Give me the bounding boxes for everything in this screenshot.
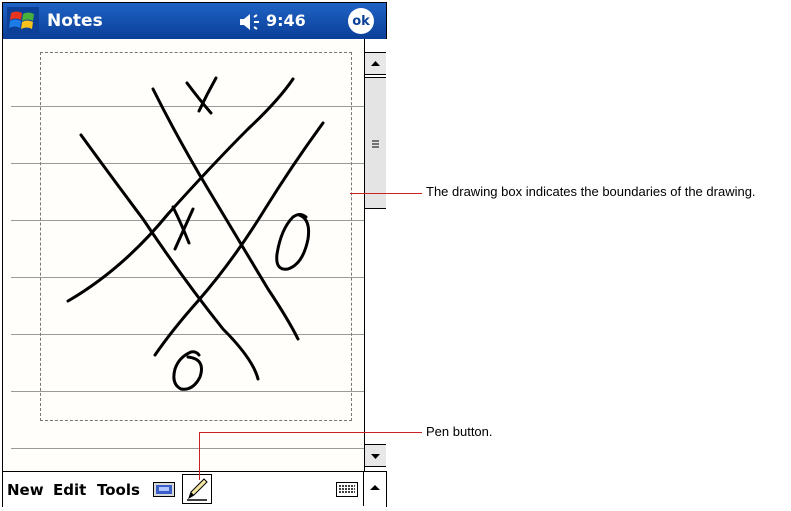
handwritten-drawing[interactable] — [3, 39, 364, 471]
menu-tools[interactable]: Tools — [97, 481, 140, 499]
menu-edit[interactable]: Edit — [53, 481, 86, 499]
pen-icon — [187, 478, 208, 501]
callout-line-drawing-box — [350, 193, 422, 194]
callout-pen-button: Pen button. — [426, 424, 493, 439]
speaker-icon[interactable] — [238, 13, 262, 31]
scroll-grip-icon — [372, 140, 379, 148]
keyboard-icon[interactable] — [336, 482, 358, 497]
up-arrow-icon — [371, 61, 380, 66]
menu-bar: New Edit Tools — [3, 471, 386, 507]
down-arrow-icon — [371, 454, 380, 459]
ink-stroke — [66, 77, 295, 303]
scroll-thumb[interactable] — [365, 77, 386, 209]
callout-line-pen-button — [199, 432, 422, 433]
title-bar: Notes 9:46 ok — [3, 3, 386, 39]
ok-button[interactable]: ok — [348, 8, 374, 34]
pen-button[interactable] — [182, 474, 212, 504]
sip-divider — [363, 472, 364, 506]
callout-drawing-box: The drawing box indicates the boundaries… — [426, 184, 756, 199]
scroll-up-button[interactable] — [365, 52, 386, 75]
ink-stroke — [197, 76, 218, 113]
clock[interactable]: 9:46 — [266, 11, 306, 30]
callout-line-pen-vertical — [199, 432, 200, 480]
menu-new[interactable]: New — [7, 481, 44, 499]
vertical-scrollbar[interactable] — [364, 39, 387, 471]
recording-icon[interactable] — [153, 482, 175, 497]
ink-stroke — [172, 350, 203, 391]
up-arrow-icon[interactable] — [367, 480, 383, 496]
app-title: Notes — [47, 11, 103, 31]
ink-stroke — [275, 213, 311, 271]
scroll-down-button[interactable] — [365, 444, 386, 467]
windows-start-icon[interactable] — [7, 7, 39, 35]
note-writing-area[interactable] — [3, 39, 364, 471]
